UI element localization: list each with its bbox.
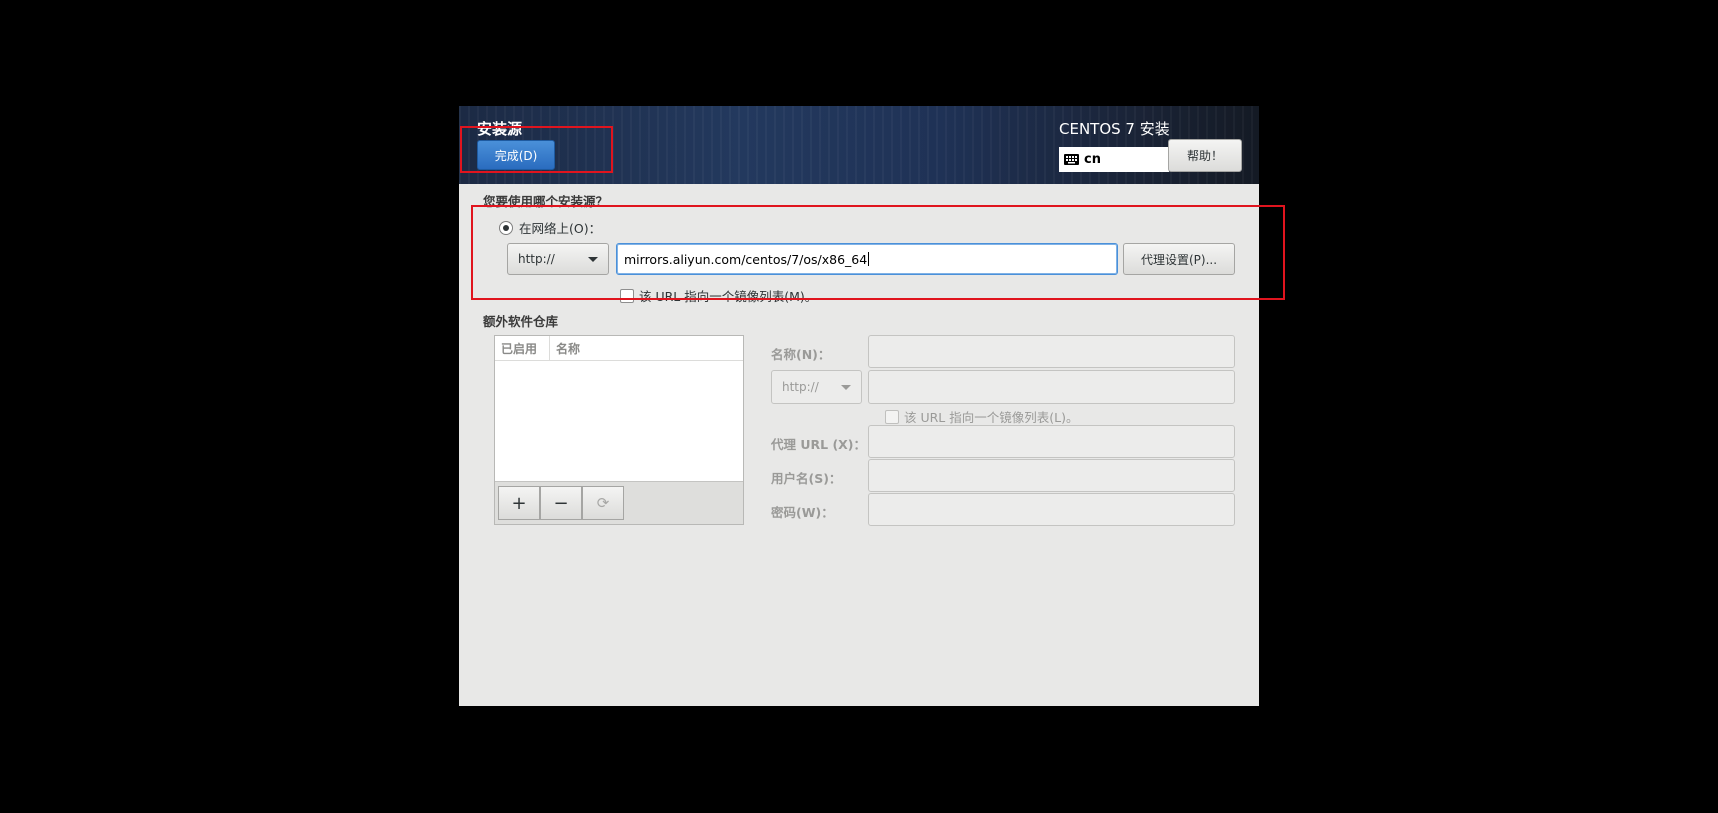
- column-header-enabled[interactable]: 已启用: [495, 336, 550, 360]
- repo-protocol-value: http://: [782, 380, 819, 394]
- repo-name-label: 名称(N)：: [771, 347, 831, 362]
- repo-name-input[interactable]: [868, 335, 1235, 368]
- product-title: CENTOS 7 安装: [1059, 120, 1170, 138]
- repo-list[interactable]: 已启用 名称 + − ⟳: [494, 335, 744, 525]
- minus-icon: −: [553, 492, 569, 514]
- chevron-down-icon: [841, 385, 851, 390]
- highlight-box-done: [460, 126, 613, 173]
- repo-url-input[interactable]: [868, 370, 1235, 404]
- username-label: 用户名(S)：: [771, 471, 842, 486]
- column-header-name[interactable]: 名称: [550, 336, 580, 360]
- keyboard-icon: [1064, 154, 1079, 165]
- repo-mirrorlist-checkbox[interactable]: [885, 409, 899, 424]
- password-label: 密码(W)：: [771, 505, 834, 520]
- installer-window: 安装源 完成(D) CENTOS 7 安装 cn 帮助！ 您要使用哪个安装源？ …: [459, 106, 1259, 706]
- add-repo-button[interactable]: +: [498, 486, 540, 520]
- repo-list-header: 已启用 名称: [495, 336, 743, 361]
- repo-protocol-dropdown[interactable]: http://: [771, 370, 862, 404]
- keyboard-layout-label: cn: [1084, 152, 1101, 167]
- help-button[interactable]: 帮助！: [1168, 139, 1242, 172]
- proxy-url-input[interactable]: [868, 425, 1235, 458]
- extra-repos-title: 额外软件仓库: [483, 314, 559, 329]
- proxy-url-label: 代理 URL (X)：: [771, 437, 867, 452]
- repo-mirrorlist-label[interactable]: 该 URL 指向一个镜像列表(L)。: [904, 407, 1078, 426]
- remove-repo-button[interactable]: −: [540, 486, 582, 520]
- refresh-icon: ⟳: [596, 494, 610, 512]
- plus-icon: +: [511, 492, 527, 514]
- repo-mirrorlist-checkbox-row[interactable]: 该 URL 指向一个镜像列表(L)。: [885, 407, 1078, 426]
- refresh-repo-button[interactable]: ⟳: [582, 486, 624, 520]
- highlight-box-source: [471, 205, 1285, 300]
- keyboard-layout-indicator[interactable]: cn: [1059, 147, 1169, 172]
- username-input[interactable]: [868, 459, 1235, 492]
- repo-list-toolbar: + − ⟳: [495, 481, 743, 524]
- password-input[interactable]: [868, 493, 1235, 526]
